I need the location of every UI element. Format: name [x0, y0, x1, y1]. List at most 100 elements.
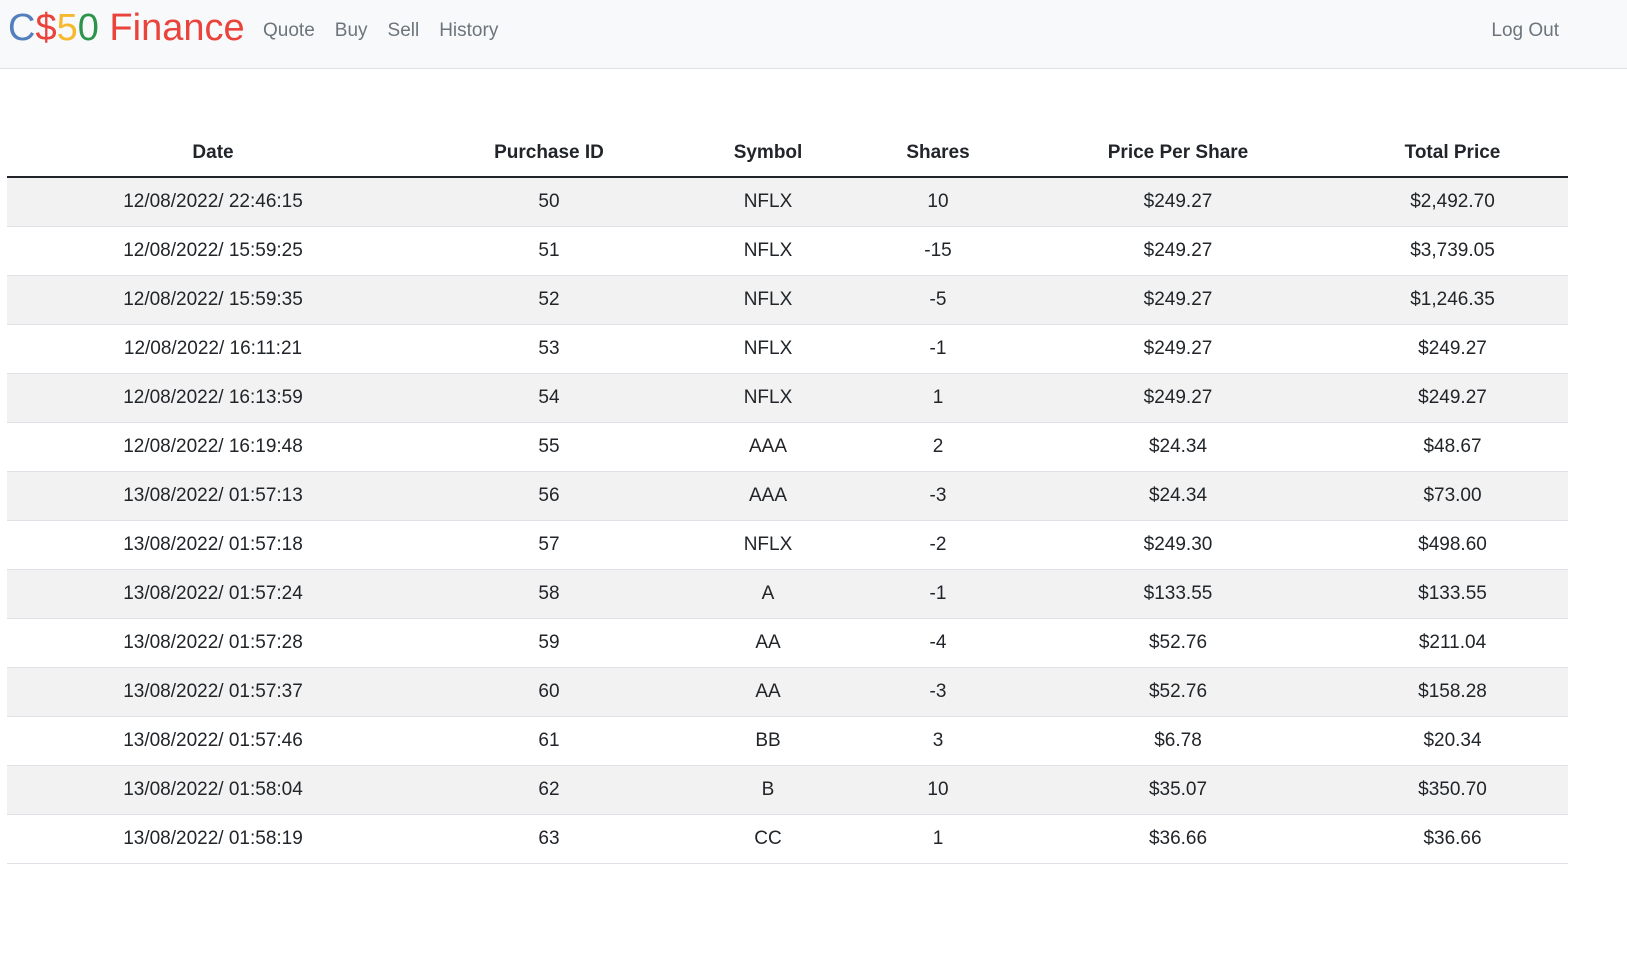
cell-date: 13/08/2022/ 01:57:46	[7, 716, 419, 766]
table-row: 12/08/2022/ 22:46:15 50 NFLX 10 $249.27 $2,49…	[7, 177, 1568, 227]
cell-symbol: AA	[679, 618, 857, 668]
cell-price-per-share: $52.76	[1019, 667, 1337, 717]
table-row: 12/08/2022/ 16:11:21 53 NFLX -1 $249.27 $249.…	[7, 324, 1568, 374]
nav-link-history[interactable]: History	[429, 18, 508, 44]
cell-date: 12/08/2022/ 15:59:35	[7, 275, 419, 325]
table-row: 12/08/2022/ 15:59:35 52 NFLX -5 $249.27 $1,24…	[7, 275, 1568, 325]
cell-price-per-share: $249.30	[1019, 520, 1337, 570]
table-row: 12/08/2022/ 15:59:25 51 NFLX -15 $249.27 $3,7…	[7, 226, 1568, 276]
table-row: 13/08/2022/ 01:58:19 63 CC 1 $36.66 $36.66	[7, 814, 1568, 864]
cell-purchase-id: 52	[419, 275, 679, 325]
cell-shares: 10	[857, 177, 1019, 227]
cell-shares: 2	[857, 422, 1019, 472]
cell-shares: -1	[857, 324, 1019, 374]
cell-price-per-share: $24.34	[1019, 471, 1337, 521]
cell-price-per-share: $249.27	[1019, 177, 1337, 227]
cell-total-price: $2,492.70	[1337, 177, 1568, 227]
cell-purchase-id: 62	[419, 765, 679, 815]
cell-shares: -2	[857, 520, 1019, 570]
cell-symbol: AA	[679, 667, 857, 717]
cell-symbol: NFLX	[679, 520, 857, 570]
cell-total-price: $133.55	[1337, 569, 1568, 619]
cell-total-price: $3,739.05	[1337, 226, 1568, 276]
cell-purchase-id: 53	[419, 324, 679, 374]
brand-logo-link[interactable]: C$50 Finance	[8, 6, 245, 50]
table-row: 13/08/2022/ 01:57:18 57 NFLX -2 $249.30 $498.…	[7, 520, 1568, 570]
header-price-per-share: Price Per Share	[1019, 129, 1337, 178]
cell-price-per-share: $52.76	[1019, 618, 1337, 668]
cell-total-price: $249.27	[1337, 324, 1568, 374]
cell-price-per-share: $36.66	[1019, 814, 1337, 864]
cell-total-price: $158.28	[1337, 667, 1568, 717]
history-table: Date Purchase ID Symbol Shares Price Per…	[7, 129, 1568, 864]
cell-total-price: $48.67	[1337, 422, 1568, 472]
header-symbol: Symbol	[679, 129, 857, 178]
logout-link[interactable]: Log Out	[1491, 18, 1559, 44]
brand-five: 5	[56, 7, 78, 49]
cell-date: 12/08/2022/ 15:59:25	[7, 226, 419, 276]
cell-symbol: CC	[679, 814, 857, 864]
cell-shares: -5	[857, 275, 1019, 325]
cell-purchase-id: 54	[419, 373, 679, 423]
cell-price-per-share: $249.27	[1019, 324, 1337, 374]
cell-total-price: $73.00	[1337, 471, 1568, 521]
cell-total-price: $20.34	[1337, 716, 1568, 766]
cell-date: 13/08/2022/ 01:58:19	[7, 814, 419, 864]
brand-zero: 0	[77, 7, 99, 49]
cell-shares: -1	[857, 569, 1019, 619]
cell-date: 12/08/2022/ 16:11:21	[7, 324, 419, 374]
cell-purchase-id: 60	[419, 667, 679, 717]
cell-symbol: AAA	[679, 471, 857, 521]
nav-link-sell[interactable]: Sell	[378, 18, 430, 44]
cell-purchase-id: 51	[419, 226, 679, 276]
cell-symbol: NFLX	[679, 324, 857, 374]
cell-shares: -3	[857, 667, 1019, 717]
cell-symbol: B	[679, 765, 857, 815]
nav-link-quote[interactable]: Quote	[253, 18, 325, 44]
header-total-price: Total Price	[1337, 129, 1568, 178]
nav-links: Quote Buy Sell History	[253, 18, 508, 44]
cell-symbol: NFLX	[679, 226, 857, 276]
cell-total-price: $249.27	[1337, 373, 1568, 423]
table-row: 13/08/2022/ 01:57:24 58 A -1 $133.55 $133.55	[7, 569, 1568, 619]
cell-date: 13/08/2022/ 01:57:37	[7, 667, 419, 717]
header-shares: Shares	[857, 129, 1019, 178]
cell-purchase-id: 57	[419, 520, 679, 570]
cell-symbol: NFLX	[679, 275, 857, 325]
cell-price-per-share: $133.55	[1019, 569, 1337, 619]
cell-purchase-id: 56	[419, 471, 679, 521]
cell-date: 13/08/2022/ 01:57:24	[7, 569, 419, 619]
brand-dollar: $	[35, 7, 57, 49]
cell-date: 12/08/2022/ 16:13:59	[7, 373, 419, 423]
cell-price-per-share: $249.27	[1019, 373, 1337, 423]
header-date: Date	[7, 129, 419, 178]
cell-shares: -3	[857, 471, 1019, 521]
cell-shares: 1	[857, 814, 1019, 864]
cell-shares: 1	[857, 373, 1019, 423]
cell-date: 13/08/2022/ 01:57:18	[7, 520, 419, 570]
nav-link-buy[interactable]: Buy	[325, 18, 378, 44]
cell-total-price: $350.70	[1337, 765, 1568, 815]
cell-price-per-share: $249.27	[1019, 275, 1337, 325]
cell-total-price: $36.66	[1337, 814, 1568, 864]
table-row: 12/08/2022/ 16:13:59 54 NFLX 1 $249.27 $249.2…	[7, 373, 1568, 423]
cell-shares: -4	[857, 618, 1019, 668]
cell-price-per-share: $6.78	[1019, 716, 1337, 766]
cell-purchase-id: 55	[419, 422, 679, 472]
cell-shares: -15	[857, 226, 1019, 276]
cell-total-price: $211.04	[1337, 618, 1568, 668]
cell-total-price: $1,246.35	[1337, 275, 1568, 325]
cell-price-per-share: $249.27	[1019, 226, 1337, 276]
cell-symbol: NFLX	[679, 177, 857, 227]
cell-date: 12/08/2022/ 16:19:48	[7, 422, 419, 472]
table-row: 13/08/2022/ 01:57:13 56 AAA -3 $24.34 $73.00	[7, 471, 1568, 521]
cell-symbol: NFLX	[679, 373, 857, 423]
cell-purchase-id: 61	[419, 716, 679, 766]
cell-purchase-id: 59	[419, 618, 679, 668]
brand-finance: Finance	[98, 7, 245, 49]
table-body: 12/08/2022/ 22:46:15 50 NFLX 10 $249.27 $2,49…	[7, 177, 1568, 864]
table-header-row: Date Purchase ID Symbol Shares Price Per…	[7, 129, 1568, 178]
table-row: 13/08/2022/ 01:57:28 59 AA -4 $52.76 $211.04	[7, 618, 1568, 668]
cell-date: 12/08/2022/ 22:46:15	[7, 177, 419, 227]
cell-price-per-share: $35.07	[1019, 765, 1337, 815]
